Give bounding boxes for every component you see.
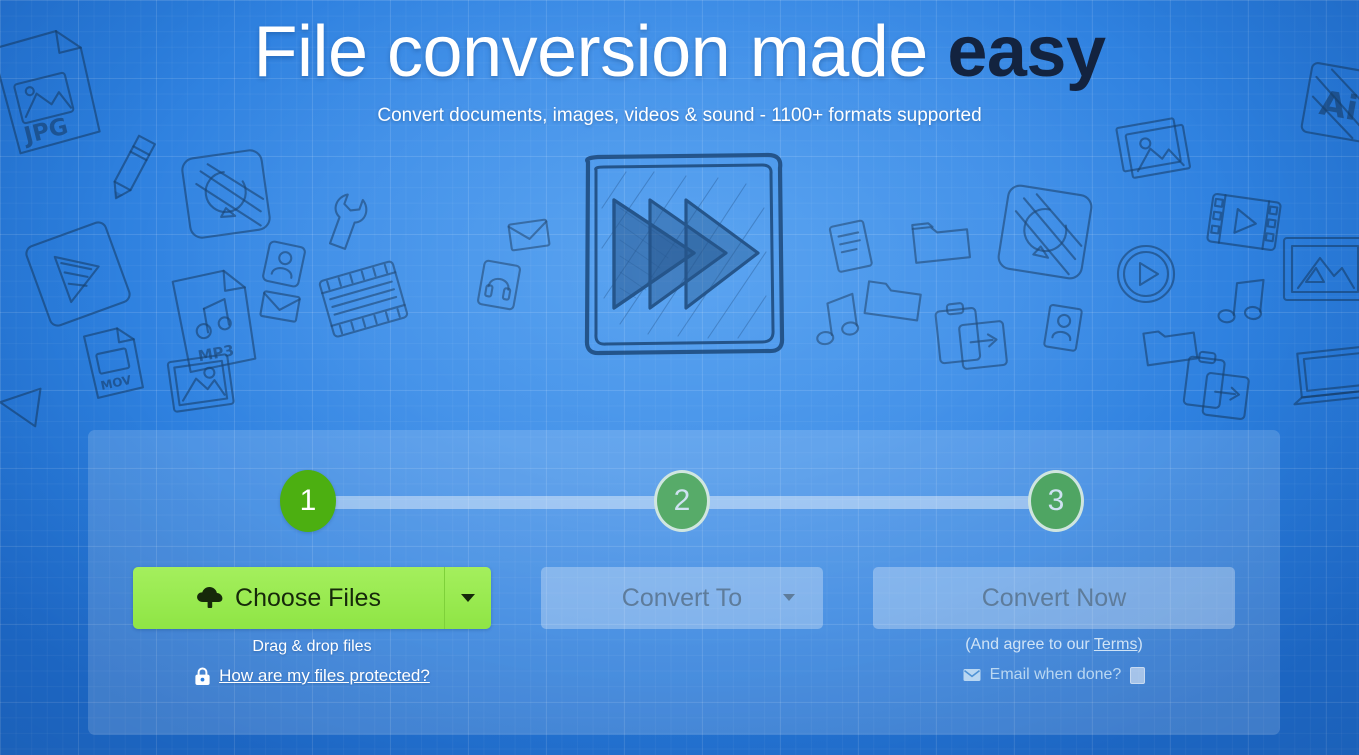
headline-normal: File conversion made bbox=[253, 12, 948, 92]
stepper-step-3[interactable]: 3 bbox=[1028, 470, 1084, 532]
picture-frame-icon bbox=[1282, 236, 1359, 302]
laptop-icon bbox=[1293, 345, 1359, 406]
stepper-step-1-number: 1 bbox=[299, 484, 317, 517]
caret-down-icon bbox=[783, 594, 795, 601]
image-file-icon bbox=[166, 353, 235, 413]
envelope-icon bbox=[507, 218, 551, 252]
svg-text:MP3: MP3 bbox=[197, 341, 236, 365]
headline-emphasis: easy bbox=[947, 12, 1106, 92]
convert-to-dropdown[interactable]: Convert To bbox=[541, 567, 823, 629]
convert-now-label: Convert Now bbox=[981, 583, 1127, 612]
page-subtitle: Convert documents, images, videos & soun… bbox=[377, 105, 982, 126]
envelope-icon bbox=[963, 669, 981, 681]
document-icon bbox=[828, 219, 873, 273]
music-note-icon bbox=[1217, 278, 1265, 324]
stepper: 1 2 3 bbox=[88, 470, 1280, 532]
envelope-icon bbox=[259, 290, 301, 323]
wrench-icon bbox=[328, 193, 368, 250]
page-title: File conversion made easy bbox=[0, 16, 1359, 88]
drag-drop-hint: Drag & drop files bbox=[252, 638, 372, 655]
fast-forward-sketch-icon bbox=[584, 152, 785, 356]
refresh-icon bbox=[997, 184, 1093, 280]
caret-down-icon bbox=[461, 594, 475, 602]
stepper-step-2[interactable]: 2 bbox=[654, 470, 710, 532]
video-frames-icon bbox=[1206, 192, 1282, 252]
email-notify-row: Email when done? bbox=[873, 666, 1235, 684]
music-note-icon bbox=[816, 292, 860, 346]
stepper-step-3-number: 3 bbox=[1047, 484, 1065, 517]
cloud-upload-icon bbox=[197, 587, 223, 608]
convert-now-button[interactable]: Convert Now bbox=[873, 567, 1235, 629]
email-notify-label: Email when done? bbox=[989, 666, 1122, 683]
clipboard-icon bbox=[1182, 350, 1250, 421]
convert-to-label: Convert To bbox=[621, 583, 743, 612]
folder-icon bbox=[863, 280, 922, 322]
file-protection-link[interactable]: How are my files protected? bbox=[219, 666, 430, 686]
page-root: JPG MP3 MOV Ai File conversion made easy… bbox=[0, 0, 1359, 755]
email-notify-checkbox[interactable] bbox=[1130, 666, 1146, 684]
headphones-icon bbox=[477, 259, 521, 311]
conversion-widget-panel: 1 2 3 Choose Files Convert To Convert No… bbox=[88, 430, 1280, 735]
choose-files-label: Choose Files bbox=[235, 583, 381, 612]
lock-icon bbox=[195, 666, 210, 685]
terms-suffix: ) bbox=[1137, 636, 1143, 653]
film-strip-icon bbox=[318, 260, 409, 338]
triangle-play-icon bbox=[25, 221, 131, 327]
mp3-file-icon: MP3 bbox=[171, 269, 257, 374]
stepper-step-1[interactable]: 1 bbox=[280, 470, 336, 532]
terms-link[interactable]: Terms bbox=[1094, 636, 1138, 653]
mov-file-icon: MOV bbox=[83, 327, 144, 399]
choose-files-dropdown-button[interactable] bbox=[445, 567, 491, 629]
folder-icon bbox=[911, 222, 971, 264]
triangle-play-icon bbox=[0, 387, 42, 428]
choose-files-group: Choose Files bbox=[133, 567, 491, 629]
terms-prefix: (And agree to our bbox=[965, 636, 1094, 653]
stepper-step-2-number: 2 bbox=[673, 484, 691, 517]
file-protection-row: How are my files protected? bbox=[133, 666, 491, 686]
pencil-icon bbox=[113, 134, 156, 200]
hero-section: File conversion made easy Convert docume… bbox=[0, 0, 1359, 127]
contact-card-icon bbox=[262, 240, 306, 288]
clipboard-icon bbox=[934, 302, 1008, 370]
folder-icon bbox=[1142, 330, 1199, 367]
choose-files-button[interactable]: Choose Files bbox=[133, 567, 445, 629]
svg-text:MOV: MOV bbox=[99, 373, 133, 393]
document-icon bbox=[1043, 303, 1083, 352]
terms-row: (And agree to our Terms) bbox=[873, 636, 1235, 654]
refresh-icon bbox=[181, 149, 271, 239]
controls-row: Choose Files Convert To Convert Now bbox=[88, 567, 1280, 631]
play-circle-icon bbox=[1116, 244, 1176, 304]
